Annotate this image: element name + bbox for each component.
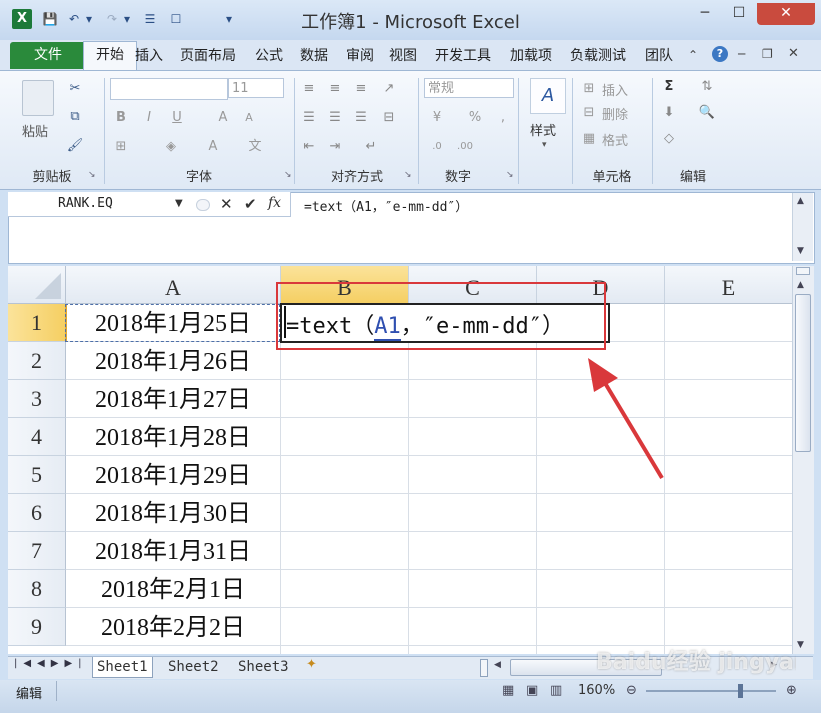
zoom-slider[interactable] [646, 690, 776, 692]
annotation-arrow [588, 358, 664, 480]
sheet-tab-2[interactable]: Sheet2 [164, 657, 223, 677]
vertical-scroll-thumb[interactable] [795, 294, 811, 452]
status-mode: 编辑 [16, 687, 43, 702]
zoom-slider-thumb[interactable] [738, 684, 743, 698]
zoom-in-icon[interactable]: ⊕ [786, 683, 797, 698]
scroll-left-icon[interactable]: ◀ [494, 660, 501, 670]
normal-view-icon[interactable]: ▦ [502, 683, 514, 698]
sheet-tab-3[interactable]: Sheet3 [234, 657, 293, 677]
status-bar [0, 680, 821, 713]
split-box[interactable] [796, 267, 810, 275]
scroll-down-icon[interactable]: ▼ [797, 640, 804, 650]
page-layout-view-icon[interactable]: ▣ [526, 683, 538, 698]
sheet-tab-1[interactable]: Sheet1 [92, 657, 153, 678]
insert-sheet-icon[interactable]: ✦ [306, 657, 317, 672]
tab-split-handle[interactable] [480, 659, 488, 677]
zoom-out-icon[interactable]: ⊖ [626, 683, 637, 698]
watermark: Baidu经验 jingyan.baidu.com [596, 650, 796, 675]
sheet-nav-icon[interactable]: |◀◀▶▶| [14, 658, 88, 669]
page-break-view-icon[interactable]: ▥ [550, 683, 562, 698]
divider [56, 681, 57, 701]
zoom-level[interactable]: 160% [578, 683, 615, 698]
scroll-up-icon[interactable]: ▲ [797, 280, 804, 290]
